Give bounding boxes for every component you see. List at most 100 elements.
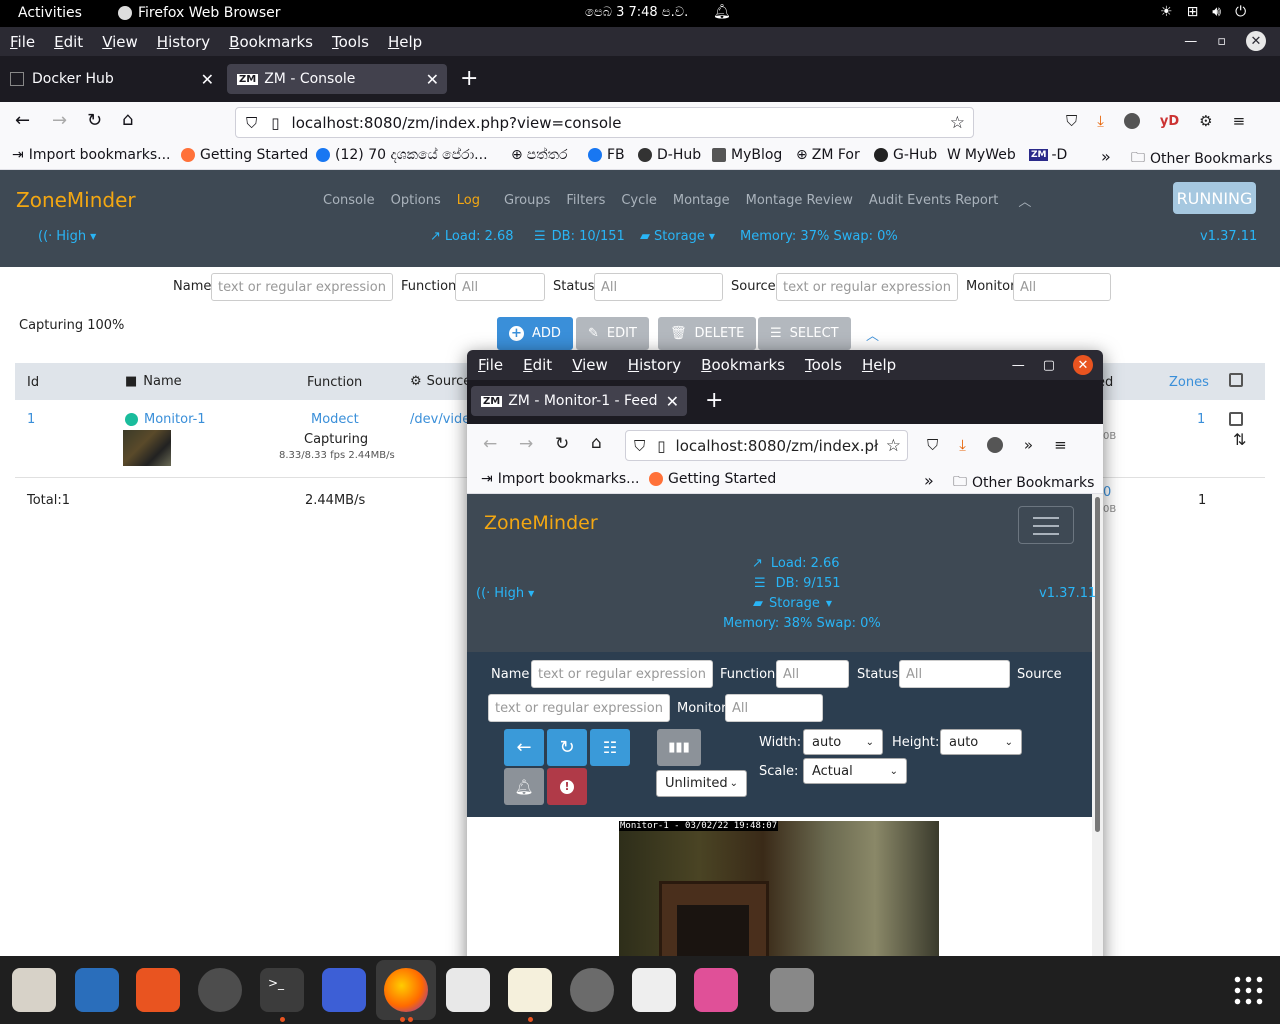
col-source[interactable]: ⚙ Source (410, 374, 471, 389)
menu-edit[interactable]: Edit (44, 33, 92, 51)
profile-avatar[interactable] (986, 437, 1003, 453)
gimp-icon[interactable] (570, 968, 614, 1012)
edit-button[interactable]: ✎ EDIT (576, 317, 649, 350)
filter-name-input[interactable]: text or regular expression (211, 273, 393, 301)
rate-select[interactable]: Unlimited ⌄ (656, 770, 747, 797)
bandwidth-dropdown[interactable]: ((· High ▼ (476, 586, 534, 601)
writer-icon[interactable] (75, 968, 119, 1012)
minimize-button[interactable]: — (1184, 34, 1197, 49)
app-menu-icon[interactable]: ≡ (1054, 436, 1067, 454)
software-icon[interactable] (136, 968, 180, 1012)
delete-button[interactable]: 🗑︎ DELETE (658, 317, 757, 350)
filter-function-select[interactable]: All (776, 660, 849, 688)
fullscreen-button[interactable]: ▮▮▮ (657, 729, 701, 766)
menu-tools[interactable]: Tools (794, 356, 851, 374)
scrollbar-thumb[interactable] (1095, 497, 1100, 832)
chevron-up-icon[interactable]: ︿ (866, 325, 879, 344)
bandwidth-dropdown[interactable]: ((· High ▼ (38, 229, 96, 244)
bookmark-other[interactable]: 🗀 Other Bookmarks (1131, 147, 1272, 171)
storage-dropdown[interactable]: ▰ Storage ▼ (753, 596, 832, 611)
forward-icon[interactable]: → (52, 110, 67, 131)
minimize-button[interactable]: — (1012, 358, 1025, 373)
bookmark-paththara[interactable]: ⊕ පත්තර (511, 147, 567, 163)
forward-icon[interactable]: → (519, 434, 533, 454)
maximize-button[interactable]: ▢ (1043, 358, 1055, 373)
profile-avatar[interactable] (1123, 113, 1140, 129)
trash-icon[interactable] (770, 968, 814, 1012)
height-select[interactable]: auto ⌄ (940, 729, 1022, 755)
col-id[interactable]: Id (27, 375, 39, 390)
menu-file[interactable]: File (467, 356, 512, 374)
select-button[interactable]: ☰ SELECT (758, 317, 851, 350)
filter-status-select[interactable]: All (899, 660, 1010, 688)
close-tab-icon[interactable]: ✕ (201, 70, 214, 89)
filter-name-input[interactable]: text or regular expression (531, 660, 713, 688)
bookmark-getting-started[interactable]: Getting Started (649, 471, 776, 487)
back-icon[interactable]: ← (15, 110, 30, 131)
nav-audit-events[interactable]: Audit Events Report (869, 193, 998, 208)
bookmark-fb-item[interactable]: (12) 70 දශකයේ පේරා... (316, 147, 488, 163)
nav-options[interactable]: Options (391, 193, 441, 208)
chevron-more-icon[interactable]: » (1101, 147, 1111, 166)
filter-monitor-select[interactable]: All (725, 694, 823, 722)
menu-history[interactable]: History (147, 33, 219, 51)
chevron-more-icon[interactable]: » (924, 471, 934, 490)
tab-zm-console[interactable]: ZM ZM - Console ✕ (227, 64, 447, 94)
filter-source-input[interactable]: text or regular expression (776, 273, 958, 301)
menu-edit[interactable]: Edit (512, 356, 561, 374)
bookmark-dhub[interactable]: D-Hub (638, 147, 701, 163)
firefox-dock-slot[interactable] (376, 960, 436, 1020)
filter-function-select[interactable]: All (455, 273, 545, 301)
close-tab-icon[interactable]: ✕ (666, 392, 679, 411)
zm-logo[interactable]: ZoneMinder (484, 512, 598, 534)
select-all-checkbox[interactable] (1229, 373, 1243, 387)
width-select[interactable]: auto ⌄ (803, 729, 883, 755)
col-name[interactable]: ■ Name (125, 374, 182, 389)
reload-icon[interactable]: ↻ (555, 434, 569, 454)
document-scanner-icon[interactable] (632, 968, 676, 1012)
menu-view[interactable]: View (92, 33, 147, 51)
row-name[interactable]: Monitor-1 (125, 412, 206, 427)
row-id[interactable]: 1 (27, 412, 35, 427)
bookmark-getting-started[interactable]: Getting Started (181, 147, 308, 163)
row-checkbox[interactable] (1229, 412, 1243, 426)
bookmark-zmfor[interactable]: ⊕ ZM For (796, 147, 860, 163)
terminal-icon[interactable]: >_ (260, 968, 304, 1012)
maximize-button[interactable]: ▫ (1217, 34, 1226, 49)
nav-cycle[interactable]: Cycle (621, 193, 657, 208)
run-state-button[interactable]: RUNNING (1173, 182, 1256, 214)
back-arrow-button[interactable]: ← (504, 729, 544, 766)
menu-help[interactable]: Help (378, 33, 431, 51)
force-alarm-button[interactable]: ! (547, 768, 587, 805)
total-events-partial[interactable]: 0 (1103, 485, 1111, 500)
package-installer-icon[interactable] (694, 968, 738, 1012)
row-zones[interactable]: 1 (1197, 412, 1205, 427)
bookmark-ghub[interactable]: G-Hub (874, 147, 937, 163)
new-tab-button[interactable]: + (460, 66, 478, 91)
col-zones[interactable]: Zones (1169, 375, 1209, 390)
col-function[interactable]: Function (307, 375, 362, 390)
overflow-icon[interactable]: » (1024, 436, 1033, 454)
monitor-feed-window[interactable]: File Edit View History Bookmarks Tools H… (467, 350, 1103, 970)
filter-source-input[interactable]: text or regular expression (488, 694, 670, 722)
menu-view[interactable]: View (561, 356, 617, 374)
back-icon[interactable]: ← (483, 434, 497, 454)
nav-montage-review[interactable]: Montage Review (746, 193, 853, 208)
bookmark-import[interactable]: ⇥ Import bookmarks... (481, 471, 640, 487)
downloads-icon[interactable]: ⤓ (959, 436, 966, 454)
pocket-icon[interactable]: ⛉ (927, 436, 938, 454)
bookmark-fb[interactable]: FB (588, 147, 625, 163)
scale-select[interactable]: Actual ⌄ (803, 758, 907, 784)
refresh-button[interactable]: ↻ (547, 729, 587, 766)
chevron-up-icon[interactable]: ︿ (1018, 191, 1031, 210)
bookmark-import[interactable]: ⇥ Import bookmarks... (12, 147, 171, 163)
add-button[interactable]: + ADD (497, 317, 573, 350)
menu-file[interactable]: File (0, 33, 44, 51)
monitor-thumbnail[interactable] (123, 430, 171, 466)
show-apps-icon[interactable] (1232, 974, 1264, 1006)
system-tray[interactable]: ☀ ⊞ 🔊︎ ⏻ (1160, 4, 1246, 20)
version-text[interactable]: v1.37.11 (1200, 229, 1257, 244)
navbar-toggle-button[interactable] (1018, 506, 1074, 544)
menu-history[interactable]: History (617, 356, 690, 374)
menu-bookmarks[interactable]: Bookmarks (219, 33, 322, 51)
